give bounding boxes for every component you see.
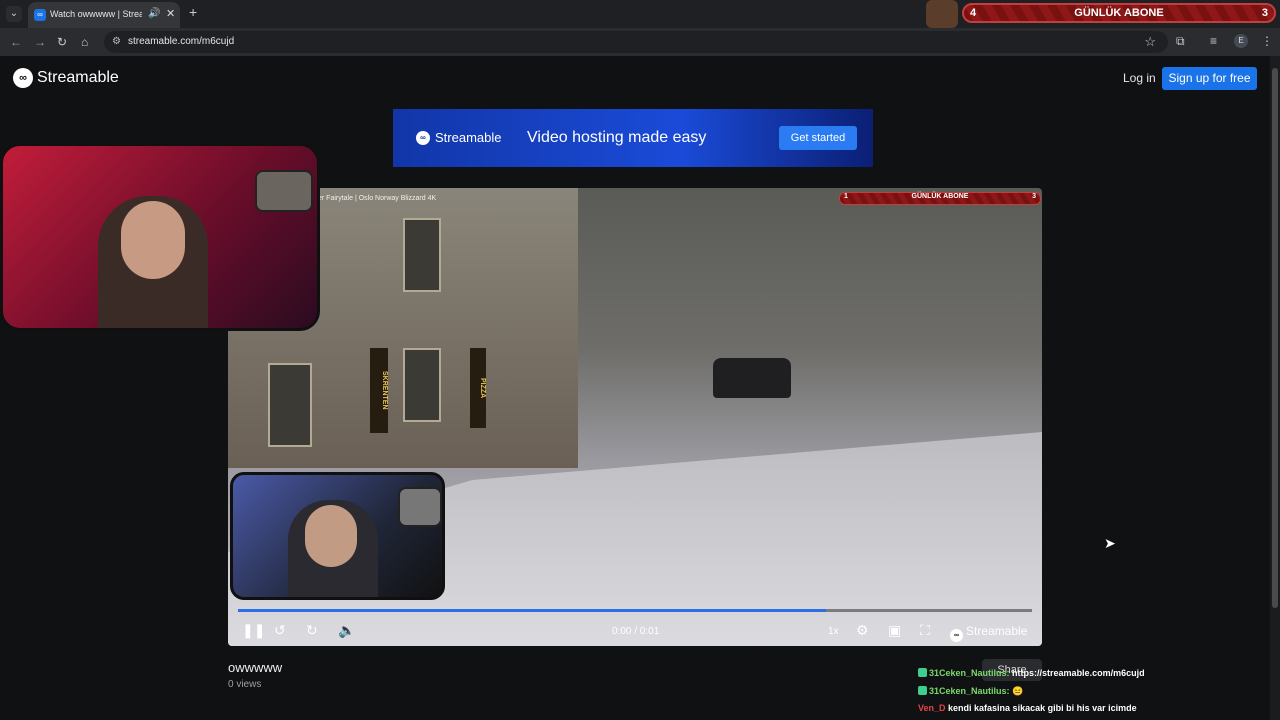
pause-icon[interactable]: ❚❚ [242, 622, 265, 639]
media-controls-icon[interactable]: ≡ [1210, 34, 1217, 48]
playback-speed-button[interactable]: 1x [828, 626, 839, 637]
fullscreen-icon[interactable]: ⛶ [920, 622, 930, 639]
video-title: owwwww [228, 660, 283, 675]
tab-title: Watch owwwww | Streamable [50, 9, 142, 19]
logo-text: Streamable [37, 69, 119, 86]
webcam-face [121, 201, 185, 279]
chat-text: kendi kafasina sikacak gibi bi his var i… [948, 703, 1137, 713]
audio-playing-icon[interactable]: 🔊 [148, 8, 160, 19]
video-progress-bar[interactable] [238, 609, 1032, 612]
chat-badge-icon [918, 668, 927, 677]
rewind-icon[interactable]: ↺ [274, 622, 286, 639]
video-time: 0:00 / 0:01 [612, 626, 660, 637]
video-caption: er Fairytale | Oslo Norway Blizzard 4K [318, 195, 437, 202]
streamable-logo-icon: ∞ [13, 68, 33, 88]
video-overlay-title: GÜNLÜK ABONE [911, 193, 969, 200]
shop-sign: SKRENTEN [370, 348, 388, 433]
chat-username: 31Ceken_Nautilus: [929, 668, 1010, 678]
chat-text: 😐 [1012, 686, 1024, 696]
scrollbar-thumb[interactable] [1272, 68, 1278, 608]
webcam-inset [398, 487, 442, 527]
player-streamable-logo[interactable]: ∞ Streamable [950, 624, 1027, 642]
chat-text: https://streamable.com/m6cujd [1012, 668, 1145, 678]
ad-brand: Streamable [435, 130, 502, 145]
shop-sign: PIZZA [470, 348, 486, 428]
video-progress-fill [238, 609, 826, 612]
streamable-favicon-icon: ∞ [34, 9, 46, 21]
player-logo-icon: ∞ [950, 629, 963, 642]
profile-avatar[interactable]: E [1234, 34, 1248, 48]
browser-toolbar: ← → ↻ ⌂ ⚙ streamable.com/m6cujd ☆ ⧉ ≡ E … [0, 28, 1280, 56]
video-views: 0 views [228, 679, 262, 690]
browser-menu-icon[interactable]: ⋮ [1261, 34, 1273, 48]
settings-gear-icon[interactable]: ⚙ [856, 622, 869, 639]
page-scrollbar[interactable] [1270, 56, 1280, 720]
reload-icon[interactable]: ↻ [57, 35, 67, 49]
streamer-webcam [0, 143, 320, 331]
site-info-icon[interactable]: ⚙ [112, 36, 121, 47]
overlay-title: GÜNLÜK ABONE [1074, 7, 1164, 19]
video-webcam [230, 472, 445, 600]
chat-message: 31Ceken_Nautilus: 😐 [918, 686, 1023, 697]
ad-logo-icon: ∞ [416, 131, 430, 145]
ad-tagline: Video hosting made easy [527, 129, 707, 146]
video-frame-window [268, 363, 312, 447]
webcam-inset [255, 170, 313, 212]
chat-badge-icon [918, 686, 927, 695]
mouse-cursor-icon: ➤ [1104, 535, 1116, 551]
close-tab-icon[interactable]: ✕ [166, 7, 175, 20]
video-frame-window [403, 348, 441, 422]
video-overlay-right: 3 [1032, 193, 1036, 200]
new-tab-button[interactable]: + [189, 4, 197, 20]
url-text[interactable]: streamable.com/m6cujd [128, 36, 234, 47]
picture-in-picture-icon[interactable]: ▣ [888, 622, 901, 639]
webcam-face [305, 505, 357, 567]
video-subscriber-overlay: 1 GÜNLÜK ABONE 3 [839, 192, 1041, 205]
chat-message: 31Ceken_Nautilus: https://streamable.com… [918, 668, 1145, 678]
forward-icon[interactable]: → [34, 35, 46, 49]
chat-message: Ven_D kendi kafasina sikacak gibi bi his… [918, 703, 1137, 713]
extensions-icon[interactable]: ⧉ [1176, 34, 1185, 49]
subscriber-goal-overlay: 4 GÜNLÜK ABONE 3 [962, 3, 1276, 23]
signup-button[interactable]: Sign up for free [1162, 67, 1257, 90]
tab-strip: ⌄ ∞ Watch owwwww | Streamable 🔊 ✕ + 4 GÜ… [0, 0, 1280, 28]
home-icon[interactable]: ⌂ [81, 35, 88, 49]
chat-username: Ven_D [918, 703, 946, 713]
overlay-right-count: 3 [1261, 7, 1268, 19]
forward-skip-icon[interactable]: ↻ [306, 622, 318, 639]
bookmark-star-icon[interactable]: ☆ [1144, 34, 1156, 50]
video-frame-window [403, 218, 441, 292]
login-link[interactable]: Log in [1123, 71, 1156, 85]
browser-tab[interactable]: ∞ Watch owwwww | Streamable 🔊 ✕ [28, 2, 180, 28]
player-brand: Streamable [966, 624, 1028, 638]
video-controls: ❚❚ ↺ ↻ 🔈 0:00 / 0:01 1x ⚙ ▣ ⛶ ∞ Streamabl… [228, 618, 1042, 646]
tab-search-button[interactable]: ⌄ [6, 6, 22, 22]
stream-avatar [926, 0, 958, 28]
volume-icon[interactable]: 🔈 [338, 622, 355, 639]
back-icon[interactable]: ← [10, 35, 22, 49]
video-frame-car [713, 358, 791, 398]
ad-banner[interactable]: ∞ Streamable Video hosting made easy Get… [393, 109, 873, 167]
address-bar[interactable]: ⚙ streamable.com/m6cujd ☆ [104, 31, 1168, 53]
ad-get-started-button[interactable]: Get started [779, 126, 857, 150]
chat-username: 31Ceken_Nautilus: [929, 686, 1010, 696]
